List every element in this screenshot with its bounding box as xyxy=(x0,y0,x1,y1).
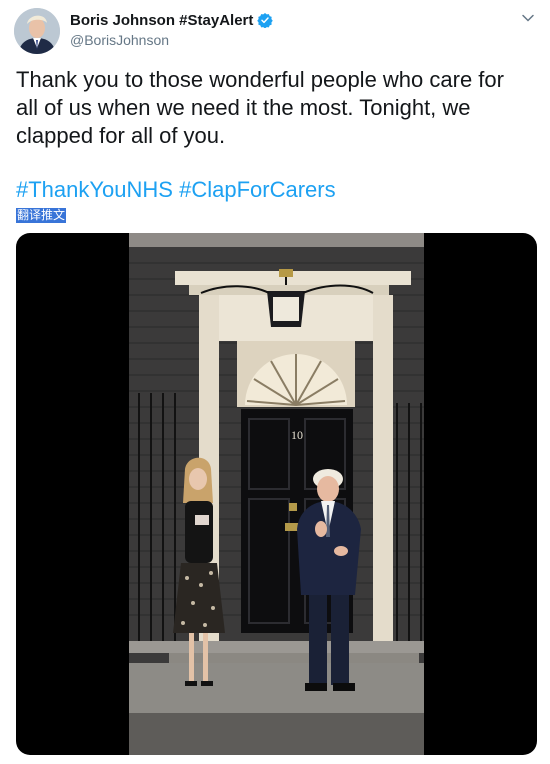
tweet-text: Thank you to those wonderful people who … xyxy=(16,67,504,148)
author-block: Boris Johnson #StayAlert @BorisJohnson xyxy=(70,10,274,48)
tweet-header: Boris Johnson #StayAlert @BorisJohnson xyxy=(14,8,536,54)
verified-badge-icon xyxy=(257,13,274,28)
author-handle[interactable]: @BorisJohnson xyxy=(70,32,273,48)
author-name[interactable]: Boris Johnson #StayAlert xyxy=(70,12,253,29)
translate-tweet-link[interactable]: 翻译推文 xyxy=(16,208,67,223)
tweet-media-video[interactable]: 10 xyxy=(16,233,537,755)
video-frame: 10 xyxy=(129,233,424,755)
avatar-image xyxy=(14,8,60,54)
avatar[interactable] xyxy=(14,8,60,54)
chevron-down-icon[interactable] xyxy=(520,10,536,26)
door-number: 10 xyxy=(291,428,303,442)
hashtag-link[interactable]: #ThankYouNHS xyxy=(16,177,173,202)
hashtag-row: #ThankYouNHS #ClapForCarers xyxy=(16,176,336,204)
hashtag-link[interactable]: #ClapForCarers xyxy=(179,177,336,202)
